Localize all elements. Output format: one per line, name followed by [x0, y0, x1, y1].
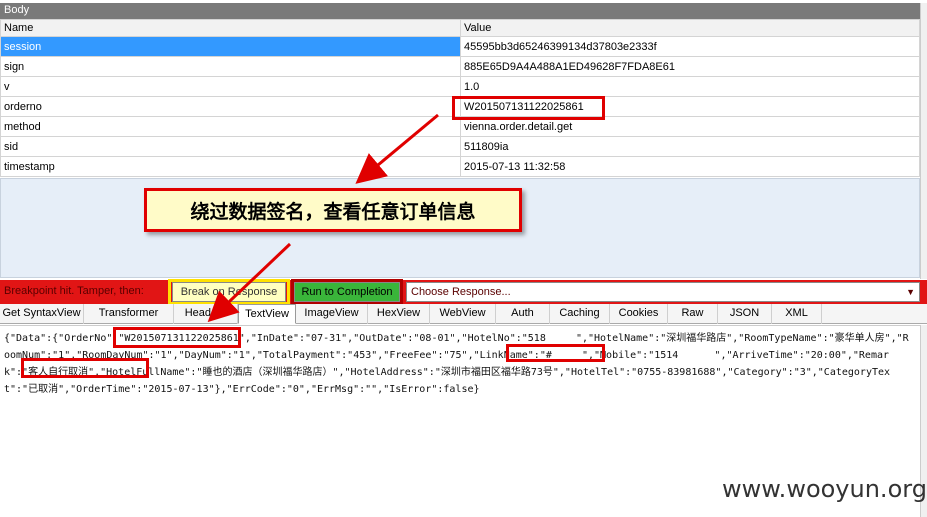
breakpoint-bar: Breakpoint hit. Tamper, then: Break on R… [0, 280, 927, 304]
param-value[interactable]: 1.0 [460, 76, 920, 97]
table-row[interactable]: sid 511809ia [0, 136, 920, 157]
body-scrollbar[interactable] [920, 3, 927, 279]
choose-response-label: Choose Response... [411, 286, 511, 298]
response-tab-strip: Get SyntaxView Transformer Headers TextV… [0, 304, 927, 324]
tab-headers[interactable]: Headers [174, 304, 238, 324]
tab-textview[interactable]: TextView [238, 304, 296, 324]
tab-imageview[interactable]: ImageView [296, 304, 368, 324]
body-section-header: Body [0, 3, 920, 19]
param-value[interactable]: 45595bb3d65246399134d37803e2333f [460, 36, 920, 57]
param-name[interactable]: sign [0, 56, 461, 77]
break-button-highlight [168, 279, 290, 305]
table-row[interactable]: v 1.0 [0, 76, 920, 97]
param-name[interactable]: method [0, 116, 461, 137]
choose-response-select[interactable]: Choose Response... ▼ [406, 282, 920, 302]
tab-caching[interactable]: Caching [550, 304, 610, 324]
param-value[interactable]: 2015-07-13 11:32:58 [460, 156, 920, 177]
param-value[interactable]: 511809ia [460, 136, 920, 157]
tab-get-syntaxview[interactable]: Get SyntaxView [0, 304, 84, 324]
annotation-callout: 绕过数据签名，查看任意订单信息 [144, 188, 522, 232]
order-number-highlight [113, 327, 241, 348]
tab-webview[interactable]: WebView [430, 304, 496, 324]
param-name[interactable]: session [0, 36, 461, 57]
param-name[interactable]: timestamp [0, 156, 461, 177]
param-value[interactable]: 885E65D9A4A488A1ED49628F7FDA8E61 [460, 56, 920, 77]
tab-json[interactable]: JSON [718, 304, 772, 324]
tab-cookies[interactable]: Cookies [610, 304, 668, 324]
orderno-highlight [452, 96, 605, 120]
table-row[interactable]: sign 885E65D9A4A488A1ED49628F7FDA8E61 [0, 56, 920, 77]
watermark: www.wooyun.org [722, 475, 927, 503]
table-header-row: Name Value [0, 19, 920, 37]
mobile-highlight [21, 358, 149, 378]
param-name[interactable]: orderno [0, 96, 461, 117]
column-header-name[interactable]: Name [0, 19, 461, 37]
tab-auth[interactable]: Auth [496, 304, 550, 324]
run-button-highlight [291, 279, 403, 305]
table-row[interactable]: session 45595bb3d65246399134d37803e2333f [0, 36, 920, 57]
tab-hexview[interactable]: HexView [368, 304, 430, 324]
table-row[interactable]: timestamp 2015-07-13 11:32:58 [0, 156, 920, 177]
link-name-highlight [506, 344, 605, 362]
tab-transformer[interactable]: Transformer [84, 304, 174, 324]
chevron-down-icon: ▼ [906, 287, 915, 297]
param-name[interactable]: v [0, 76, 461, 97]
param-name[interactable]: sid [0, 136, 461, 157]
breakpoint-label: Breakpoint hit. Tamper, then: [4, 285, 144, 297]
tab-raw[interactable]: Raw [668, 304, 718, 324]
column-header-value[interactable]: Value [460, 19, 920, 37]
tab-xml[interactable]: XML [772, 304, 822, 324]
